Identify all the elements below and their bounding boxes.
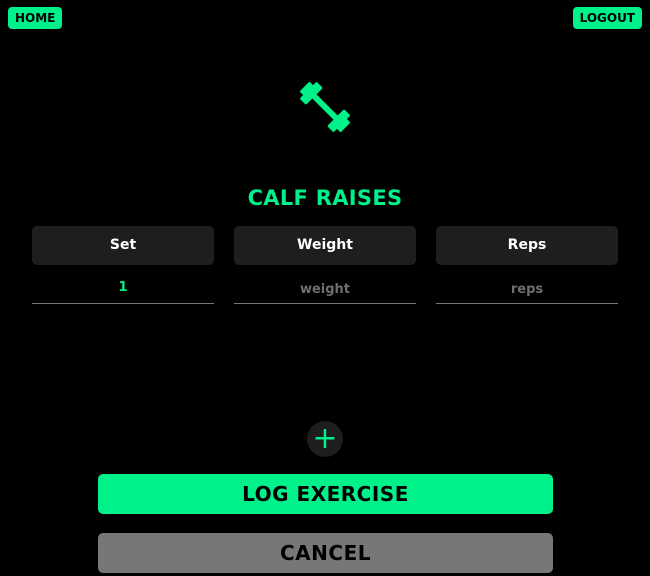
home-button[interactable]: HOME — [8, 7, 63, 29]
reps-column-header: Reps — [436, 226, 618, 265]
set-number: 1 — [32, 276, 214, 304]
weight-input[interactable] — [234, 276, 416, 303]
add-set-button[interactable]: + — [307, 421, 343, 457]
logout-button[interactable]: LOGOUT — [572, 7, 642, 29]
log-exercise-button[interactable]: LOG EXERCISE — [98, 474, 553, 514]
reps-cell — [436, 276, 618, 304]
dumbbell-icon — [299, 81, 351, 133]
cancel-button[interactable]: CANCEL — [98, 533, 553, 573]
weight-cell — [234, 276, 416, 304]
set-column-header: Set — [32, 226, 214, 265]
exercise-title: CALF RAISES — [247, 186, 403, 210]
reps-input[interactable] — [436, 276, 618, 303]
weight-column-header: Weight — [234, 226, 416, 265]
